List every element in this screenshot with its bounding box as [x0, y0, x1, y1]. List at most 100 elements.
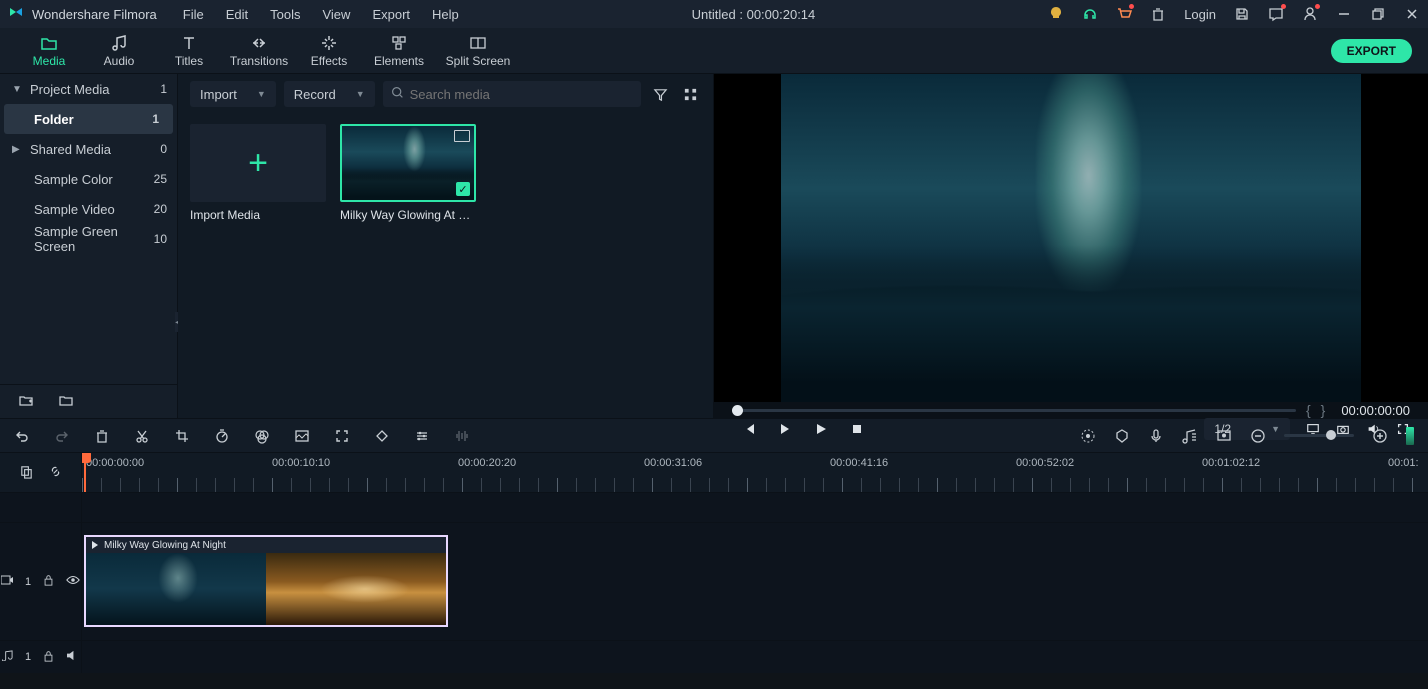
video-track-body[interactable]: Milky Way Glowing At Night [82, 523, 1428, 640]
preview-canvas[interactable] [714, 74, 1428, 402]
preview-pane: { } 00:00:00:00 1/2 ▼ [714, 74, 1428, 418]
window-minimize-icon[interactable] [1336, 6, 1352, 22]
speaker-icon[interactable] [66, 650, 79, 664]
tree-count: 25 [154, 172, 167, 186]
media-clip-card[interactable]: ✓ Milky Way Glowing At Ni... [340, 124, 476, 222]
audio-track-body[interactable] [82, 641, 1428, 673]
record-dropdown[interactable]: Record ▼ [284, 81, 375, 107]
green-screen-icon[interactable] [294, 428, 310, 444]
scrub-track[interactable] [732, 409, 1296, 412]
tree-sample-color[interactable]: Sample Color 25 [0, 164, 177, 194]
window-close-icon[interactable] [1404, 6, 1420, 22]
filter-icon[interactable] [649, 83, 671, 105]
tree-sample-video[interactable]: Sample Video 20 [0, 194, 177, 224]
message-icon[interactable] [1268, 6, 1284, 22]
audio-mixer-icon[interactable] [454, 428, 470, 444]
timeline-ruler[interactable]: 00:00:00:00 00:00:10:10 00:00:20:20 00:0… [82, 453, 1428, 492]
media-tree: ▼ Project Media 1 Folder 1 ▶ Shared Medi… [0, 74, 178, 418]
tab-transitions[interactable]: Transitions [224, 28, 294, 74]
headset-icon[interactable] [1082, 6, 1098, 22]
tab-audio[interactable]: Audio [84, 28, 154, 74]
marker-icon[interactable] [1114, 428, 1130, 444]
play-pause-icon[interactable] [778, 422, 792, 436]
speed-icon[interactable] [214, 428, 230, 444]
lightbulb-icon[interactable] [1048, 6, 1064, 22]
link-icon[interactable] [48, 464, 63, 482]
menu-help[interactable]: Help [432, 7, 459, 22]
prev-frame-icon[interactable] [742, 422, 756, 436]
titlebar-right: Login [1048, 6, 1420, 22]
adjust-icon[interactable] [334, 428, 350, 444]
tree-folder[interactable]: Folder 1 [4, 104, 173, 134]
tree-label: Sample Green Screen [34, 224, 154, 254]
tree-count: 1 [152, 112, 159, 126]
tab-media[interactable]: Media [14, 28, 84, 74]
export-button[interactable]: EXPORT [1331, 39, 1412, 63]
trash-icon[interactable] [1150, 6, 1166, 22]
stop-icon[interactable] [850, 422, 864, 436]
tree-label: Project Media [30, 82, 160, 97]
search-media[interactable] [383, 81, 641, 107]
scrub-handle[interactable] [732, 405, 743, 416]
account-icon[interactable] [1302, 6, 1318, 22]
mark-in-icon[interactable]: { [1306, 402, 1311, 418]
color-icon[interactable] [254, 428, 270, 444]
zoom-slider[interactable] [1284, 434, 1354, 437]
tab-titles[interactable]: Titles [154, 28, 224, 74]
open-folder-icon[interactable] [58, 392, 74, 411]
redo-icon[interactable] [54, 428, 70, 444]
delete-icon[interactable] [94, 428, 110, 444]
lock-icon[interactable] [43, 574, 54, 589]
tree-count: 20 [154, 202, 167, 216]
tree-sample-green[interactable]: Sample Green Screen 10 [0, 224, 177, 254]
search-icon [391, 86, 404, 102]
zoom-knob[interactable] [1326, 430, 1336, 440]
record-screen-icon[interactable] [1216, 428, 1232, 444]
crop-icon[interactable] [174, 428, 190, 444]
audio-meter-icon[interactable] [1406, 427, 1414, 445]
document-title: Untitled : 00:00:20:14 [459, 7, 1048, 22]
eye-icon[interactable] [66, 575, 80, 588]
grid-view-icon[interactable] [679, 83, 701, 105]
lock-icon[interactable] [43, 650, 54, 665]
paste-icon[interactable] [19, 464, 34, 482]
tree-label: Sample Color [34, 172, 154, 187]
tree-project-media[interactable]: ▼ Project Media 1 [0, 74, 177, 104]
cut-icon[interactable] [134, 428, 150, 444]
search-input[interactable] [410, 87, 633, 102]
save-icon[interactable] [1234, 6, 1250, 22]
voiceover-icon[interactable] [1148, 428, 1164, 444]
import-media-card[interactable]: + Import Media [190, 124, 326, 222]
render-icon[interactable] [1080, 428, 1096, 444]
menu-edit[interactable]: Edit [226, 7, 248, 22]
cart-icon[interactable] [1116, 6, 1132, 22]
tab-effects[interactable]: Effects [294, 28, 364, 74]
menu-tools[interactable]: Tools [270, 7, 300, 22]
clip-title: Milky Way Glowing At Night [104, 540, 226, 551]
video-clip[interactable]: Milky Way Glowing At Night [84, 535, 448, 627]
zoom-out-icon[interactable] [1250, 428, 1266, 444]
play-icon[interactable] [814, 422, 828, 436]
undo-icon[interactable] [14, 428, 30, 444]
new-folder-icon[interactable] [18, 392, 34, 411]
audio-track-head: 1 [0, 641, 82, 673]
playhead[interactable] [84, 453, 86, 492]
tree-shared-media[interactable]: ▶ Shared Media 0 [0, 134, 177, 164]
keyframe-icon[interactable] [374, 428, 390, 444]
chevron-down-icon: ▼ [12, 84, 22, 95]
ruler-label: 00:00:00:00 [86, 457, 144, 469]
zoom-in-icon[interactable] [1372, 428, 1388, 444]
tab-split-screen[interactable]: Split Screen [434, 28, 522, 74]
menu-file[interactable]: File [183, 7, 204, 22]
record-label: Record [294, 87, 336, 102]
mark-out-icon[interactable]: } [1321, 402, 1326, 418]
window-restore-icon[interactable] [1370, 6, 1386, 22]
video-track-id: 1 [25, 576, 31, 588]
menu-view[interactable]: View [322, 7, 350, 22]
tab-elements[interactable]: Elements [364, 28, 434, 74]
login-link[interactable]: Login [1184, 7, 1216, 22]
menu-export[interactable]: Export [372, 7, 410, 22]
audio-sync-icon[interactable] [1182, 428, 1198, 444]
import-dropdown[interactable]: Import ▼ [190, 81, 276, 107]
settings-icon[interactable] [414, 428, 430, 444]
